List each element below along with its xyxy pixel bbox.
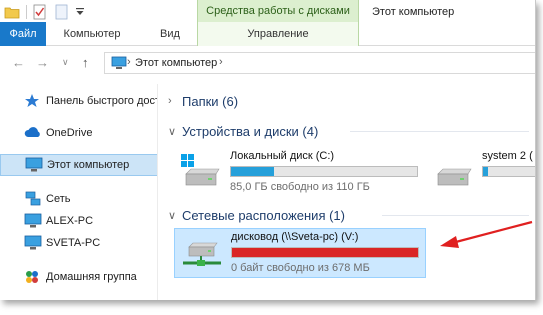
chevron-down-icon: ∨ — [168, 209, 177, 222]
homegroup-icon — [24, 269, 42, 285]
window-title: Этот компьютер — [372, 6, 455, 18]
tab-view[interactable]: Вид — [150, 22, 190, 46]
quick-access-toolbar — [4, 3, 85, 21]
folder-icon[interactable] — [4, 5, 20, 19]
title-bar: Средства работы с дисками Этот компьютер — [0, 0, 535, 24]
drive-free-space: 0 байт свободно из 678 МБ — [231, 262, 370, 274]
hard-drive-icon — [437, 168, 472, 186]
up-arrow-icon[interactable]: ↑ — [82, 55, 89, 70]
drive-name: Локальный диск (C:) — [230, 150, 335, 162]
hard-drive-icon — [181, 154, 220, 186]
sidebar-item-this-pc[interactable]: Этот компьютер — [0, 154, 157, 176]
context-tab-group: Средства работы с дисками — [197, 0, 359, 22]
drive-usage-bar — [230, 166, 418, 177]
context-group-label: Средства работы с дисками — [206, 5, 350, 17]
group-divider — [350, 131, 529, 132]
sidebar-item-network[interactable]: Сеть — [0, 188, 157, 210]
star-icon — [24, 93, 42, 109]
recent-locations-icon[interactable]: ∨ — [62, 57, 69, 68]
sidebar-item-sveta-pc[interactable]: SVETA-PC — [0, 232, 157, 254]
breadcrumb-this-pc[interactable]: Этот компьютер — [135, 57, 217, 69]
sidebar-item-onedrive[interactable]: OneDrive — [0, 122, 157, 144]
tab-computer[interactable]: Компьютер — [52, 22, 132, 46]
tab-manage[interactable]: Управление — [197, 22, 359, 46]
drive-system-2[interactable]: system 2 ( — [426, 148, 535, 198]
chevron-right-icon: › — [168, 95, 172, 107]
forward-arrow-icon[interactable]: → — [36, 55, 49, 70]
drive-free-space: 85,0 ГБ свободно из 110 ГБ — [230, 181, 370, 193]
group-header-folders[interactable]: › Папки (6) — [168, 90, 528, 112]
toolbar-separator — [26, 5, 27, 19]
drive-name: system 2 ( — [482, 150, 533, 162]
content-pane: › Папки (6) ∨ Устройства и диски (4) Лок… — [160, 84, 535, 300]
back-arrow-icon[interactable]: ← — [12, 55, 25, 70]
drive-c[interactable]: Локальный диск (C:) 85,0 ГБ свободно из … — [174, 148, 424, 198]
network-drive-v[interactable]: дисковод (\\Sveta-pc) (V:) 0 байт свобод… — [174, 228, 426, 278]
navigation-bar: ← → ∨ ↑ › Этот компьютер › — [0, 48, 535, 78]
navigation-pane: Панель быстрого доступа OneDrive Этот ко… — [0, 84, 158, 300]
breadcrumb-separator-end[interactable]: › — [219, 56, 223, 68]
address-bar[interactable]: › Этот компьютер › — [104, 52, 535, 74]
computer-icon — [25, 157, 43, 173]
group-divider — [382, 215, 529, 216]
explorer-window: Средства работы с дисками Этот компьютер… — [0, 0, 536, 300]
computer-icon — [24, 235, 42, 251]
customize-dropdown-icon[interactable] — [75, 6, 85, 18]
drive-usage-fill — [483, 167, 488, 176]
breadcrumb-separator: › — [127, 56, 131, 68]
network-drive-icon — [183, 242, 221, 266]
computer-icon — [111, 56, 127, 69]
drive-name: дисковод (\\Sveta-pc) (V:) — [231, 231, 359, 243]
network-icon — [24, 191, 42, 207]
sidebar-item-alex-pc[interactable]: ALEX-PC — [0, 210, 157, 232]
chevron-down-icon: ∨ — [168, 125, 177, 138]
properties-icon[interactable] — [33, 4, 47, 20]
sidebar-item-quick-access[interactable]: Панель быстрого доступа — [0, 90, 157, 112]
sidebar-item-homegroup[interactable]: Домашняя группа — [0, 266, 157, 288]
drive-usage-fill — [231, 167, 274, 176]
cloud-icon — [24, 125, 42, 141]
tab-file[interactable]: Файл — [0, 22, 46, 46]
drive-usage-bar — [231, 247, 419, 258]
ribbon-tabs: Файл Компьютер Вид Управление — [0, 22, 535, 46]
computer-icon — [24, 213, 42, 229]
drive-usage-fill — [232, 248, 418, 257]
new-folder-icon[interactable] — [55, 4, 69, 20]
drive-usage-bar — [482, 166, 535, 177]
